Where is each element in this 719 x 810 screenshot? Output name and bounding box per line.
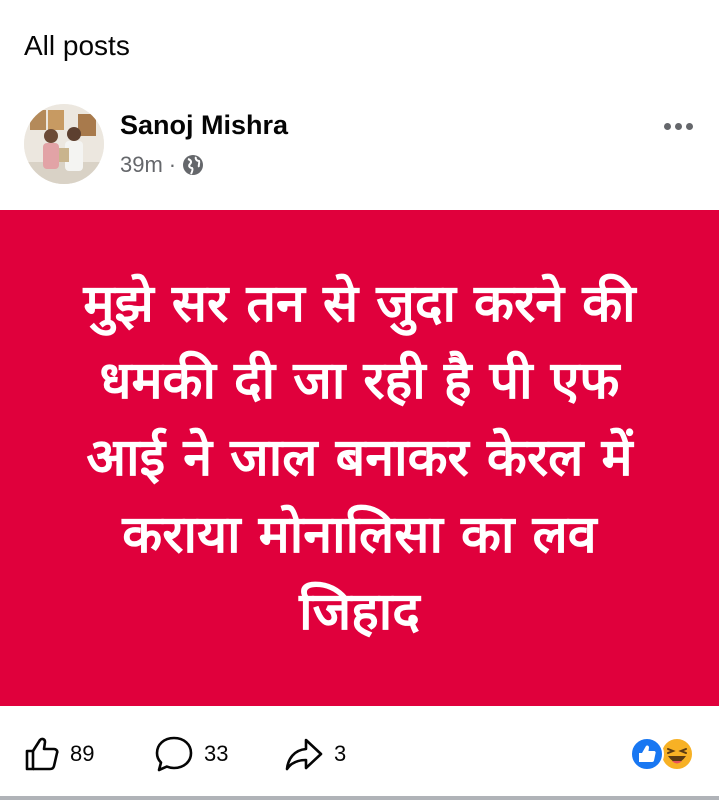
more-options-button[interactable] bbox=[656, 112, 700, 140]
post-text: मुझे सर तन से जुदा करने की धमकी दी जा रह… bbox=[83, 273, 636, 642]
avatar-photo bbox=[24, 104, 104, 184]
share-count: 3 bbox=[334, 741, 347, 766]
reaction-summary[interactable] bbox=[629, 736, 697, 772]
haha-reaction-icon bbox=[660, 737, 694, 771]
like-reaction-icon bbox=[630, 737, 664, 771]
more-horizontal-icon bbox=[674, 122, 682, 130]
comment-icon bbox=[155, 736, 193, 772]
like-count: 89 bbox=[70, 741, 95, 766]
reaction-icons bbox=[630, 737, 694, 771]
meta-separator: · bbox=[168, 152, 177, 177]
share-button[interactable]: 3 bbox=[284, 734, 346, 774]
post-divider bbox=[0, 796, 719, 800]
post-page: All posts Sanoj Mishra 39m · मुझे सर तन … bbox=[0, 0, 719, 810]
share-icon bbox=[285, 738, 323, 771]
post-text-background: मुझे सर तन से जुदा करने की धमकी दी जा रह… bbox=[0, 210, 719, 706]
avatar[interactable] bbox=[24, 104, 104, 184]
like-icon bbox=[25, 737, 59, 771]
more-horizontal-icon bbox=[663, 122, 671, 130]
globe-icon bbox=[183, 155, 204, 175]
author-name[interactable]: Sanoj Mishra bbox=[120, 110, 288, 141]
post-meta: 39m · bbox=[120, 152, 204, 178]
more-horizontal-icon bbox=[685, 122, 693, 130]
action-bar: 89 33 3 bbox=[0, 706, 719, 796]
post-header: Sanoj Mishra 39m · bbox=[24, 104, 700, 188]
like-button[interactable]: 89 bbox=[24, 734, 94, 774]
page-title: All posts bbox=[24, 30, 130, 61]
comment-count: 33 bbox=[204, 741, 229, 766]
comment-button[interactable]: 33 bbox=[154, 734, 228, 774]
post-time[interactable]: 39m bbox=[120, 152, 163, 178]
